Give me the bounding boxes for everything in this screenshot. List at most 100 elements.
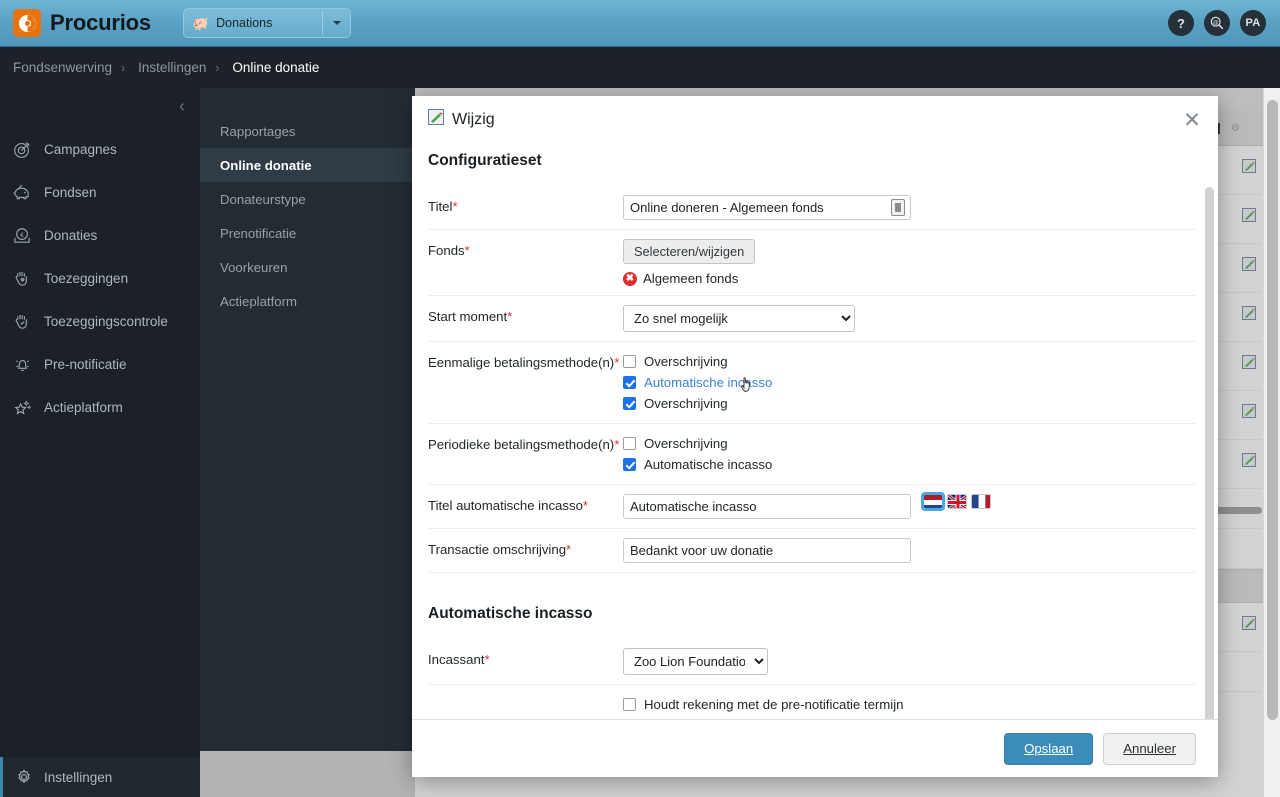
page-scrollbar-thumb[interactable]	[1267, 100, 1278, 720]
checkbox-box[interactable]	[623, 355, 636, 368]
hand-heart-icon	[0, 269, 44, 288]
modal-title-wrap: Wijzig	[428, 109, 495, 130]
checkbox-periodieke-0[interactable]: Overschrijving	[623, 433, 772, 454]
checkbox-eenmalige-2[interactable]: Overschrijving	[623, 393, 772, 414]
label-text: Incassant	[428, 652, 485, 667]
modal-footer: Opslaan Annuleer	[412, 719, 1218, 777]
flag-gb-icon[interactable]	[947, 494, 967, 509]
field-control: Overschrijving Automatische incasso Over…	[623, 351, 1196, 414]
incassant-select[interactable]: Zoo Lion Foundation	[623, 648, 768, 675]
field-label-eenmalige: Eenmalige betalingsmethode(n)*	[428, 351, 623, 370]
checkbox-box[interactable]	[623, 458, 636, 471]
edit-modal: Wijzig ✕ Configuratieset Titel* Fonds* S…	[412, 96, 1218, 777]
required-marker: *	[484, 652, 490, 667]
divider	[321, 11, 323, 35]
remove-circle-icon[interactable]: ✖	[623, 271, 637, 286]
breadcrumb-item-0[interactable]: Fondsenwerving	[0, 60, 112, 75]
field-row-titel-automatische-incasso: Titel automatische incasso*	[428, 485, 1196, 529]
subnav-item-online-donatie[interactable]: Online donatie	[200, 148, 415, 182]
field-row-fonds: Fonds* Selecteren/wijzigen ✖ Algemeen fo…	[428, 230, 1196, 296]
cancel-button[interactable]: Annuleer	[1103, 732, 1196, 765]
top-bar-icons: ? @ PA	[1168, 10, 1266, 36]
sidebar-item-campagnes[interactable]: Campagnes	[0, 128, 200, 171]
top-bar: Procurios 🐖 Donations ? @ PA	[0, 0, 1280, 47]
sidebar-bottom-label: Instellingen	[44, 769, 113, 785]
checkbox-box[interactable]	[623, 437, 636, 450]
sidebar-item-label: Campagnes	[44, 142, 117, 157]
app-switcher[interactable]: 🐖 Donations	[182, 8, 351, 38]
field-row-titel: Titel*	[428, 186, 1196, 230]
select-fonds-button[interactable]: Selecteren/wijzigen	[623, 239, 756, 264]
secondary-nav: Rapportages Online donatie Donateurstype…	[200, 88, 415, 751]
breadcrumb: Fondsenwerving › Instellingen › Online d…	[0, 47, 1280, 88]
breadcrumb-item-2: Online donatie	[232, 60, 320, 75]
sidebar-item-toezeggingscontrole[interactable]: Toezeggingscontrole	[0, 300, 200, 343]
sidebar-item-toezeggingen[interactable]: Toezeggingen	[0, 257, 200, 300]
sidebar-item-label: Toezeggingscontrole	[44, 314, 168, 329]
field-control	[623, 538, 1196, 563]
subnav-item-donateurstype[interactable]: Donateurstype	[200, 182, 415, 216]
titel-input[interactable]	[623, 195, 911, 220]
chevron-down-icon	[332, 21, 341, 25]
avatar[interactable]: PA	[1240, 10, 1266, 36]
save-button[interactable]: Opslaan	[1004, 732, 1094, 765]
label-text: Fonds	[428, 243, 465, 258]
sidebar-item-actieplatform[interactable]: Actieplatform	[0, 386, 200, 429]
flag-fr-icon[interactable]	[971, 494, 991, 509]
field-control: Zoo Lion Foundation	[623, 648, 1196, 675]
label-text: Titel automatische incasso	[428, 498, 583, 513]
sidebar-item-label: Pre-notificatie	[44, 357, 127, 372]
sidebar-item-pre-notificatie[interactable]: Pre-notificatie	[0, 343, 200, 386]
start-moment-select[interactable]: Zo snel mogelijk	[623, 305, 855, 332]
field-label-periodieke: Periodieke betalingsmethode(n)*	[428, 433, 623, 452]
checkbox-box[interactable]	[623, 397, 636, 410]
mouse-cursor-pointer-icon	[739, 375, 755, 393]
flag-nl-icon[interactable]	[921, 492, 945, 511]
checkbox-label: Overschrijving	[644, 436, 728, 451]
field-label-empty	[428, 694, 623, 698]
token-picker-icon[interactable]	[891, 199, 905, 216]
modal-scrollbar-thumb[interactable]	[1205, 187, 1214, 719]
modal-body: Configuratieset Titel* Fonds* Selecteren…	[412, 143, 1218, 719]
checkbox-label: Houdt rekening met de pre-notificatie te…	[644, 697, 904, 712]
section-heading-automatische-incasso: Automatische incasso	[428, 605, 593, 622]
star-sparkle-icon	[0, 398, 44, 417]
sidebar-nav: Campagnes Fondsen € Donaties Toezegginge…	[0, 88, 200, 429]
sidebar-item-instellingen[interactable]: Instellingen	[0, 757, 200, 797]
subnav-item-voorkeuren[interactable]: Voorkeuren	[200, 250, 415, 284]
breadcrumb-separator: ›	[215, 60, 220, 75]
subnav-item-actieplatform[interactable]: Actieplatform	[200, 284, 415, 318]
field-label-fonds: Fonds*	[428, 239, 623, 258]
breadcrumb-item-1[interactable]: Instellingen	[125, 60, 206, 75]
sidebar-item-fondsen[interactable]: Fondsen	[0, 171, 200, 214]
search-icon[interactable]: @	[1204, 10, 1230, 36]
checkbox-prenotificatie-termijn[interactable]: Houdt rekening met de pre-notificatie te…	[623, 694, 903, 715]
required-marker: *	[507, 309, 513, 324]
field-label-titel-incasso: Titel automatische incasso*	[428, 494, 623, 513]
sidebar-collapse-icon[interactable]: ‹	[164, 88, 200, 124]
page-scrollbar[interactable]	[1263, 88, 1280, 797]
field-label-start-moment: Start moment*	[428, 305, 623, 324]
subnav-item-prenotificatie[interactable]: Prenotificatie	[200, 216, 415, 250]
brand-name: Procurios	[50, 10, 151, 35]
sidebar-item-donaties[interactable]: € Donaties	[0, 214, 200, 257]
label-text: Transactie omschrijving	[428, 542, 567, 557]
app-switcher-label: Donations	[216, 16, 273, 30]
label-text: Start moment	[428, 309, 508, 324]
label-text: Titel	[428, 199, 453, 214]
checkbox-box[interactable]	[623, 376, 636, 389]
bell-icon	[0, 355, 44, 374]
checkbox-eenmalige-0[interactable]: Overschrijving	[623, 351, 772, 372]
help-icon[interactable]: ?	[1168, 10, 1194, 36]
transactie-input[interactable]	[623, 538, 911, 563]
checkbox-periodieke-1[interactable]: Automatische incasso	[623, 454, 772, 475]
euro-coin-icon: €	[0, 226, 44, 245]
titel-incasso-input[interactable]	[623, 494, 911, 519]
checkbox-box[interactable]	[623, 698, 636, 711]
field-label-incassant: Incassant*	[428, 648, 623, 667]
procurios-logo-icon[interactable]	[13, 9, 41, 37]
subnav-item-rapportages[interactable]: Rapportages	[200, 114, 415, 148]
close-icon[interactable]: ✕	[1178, 106, 1206, 134]
field-row-eenmalige-betalingsmethoden: Eenmalige betalingsmethode(n)* Overschri…	[428, 342, 1196, 424]
modal-header: Wijzig ✕	[412, 96, 1218, 143]
